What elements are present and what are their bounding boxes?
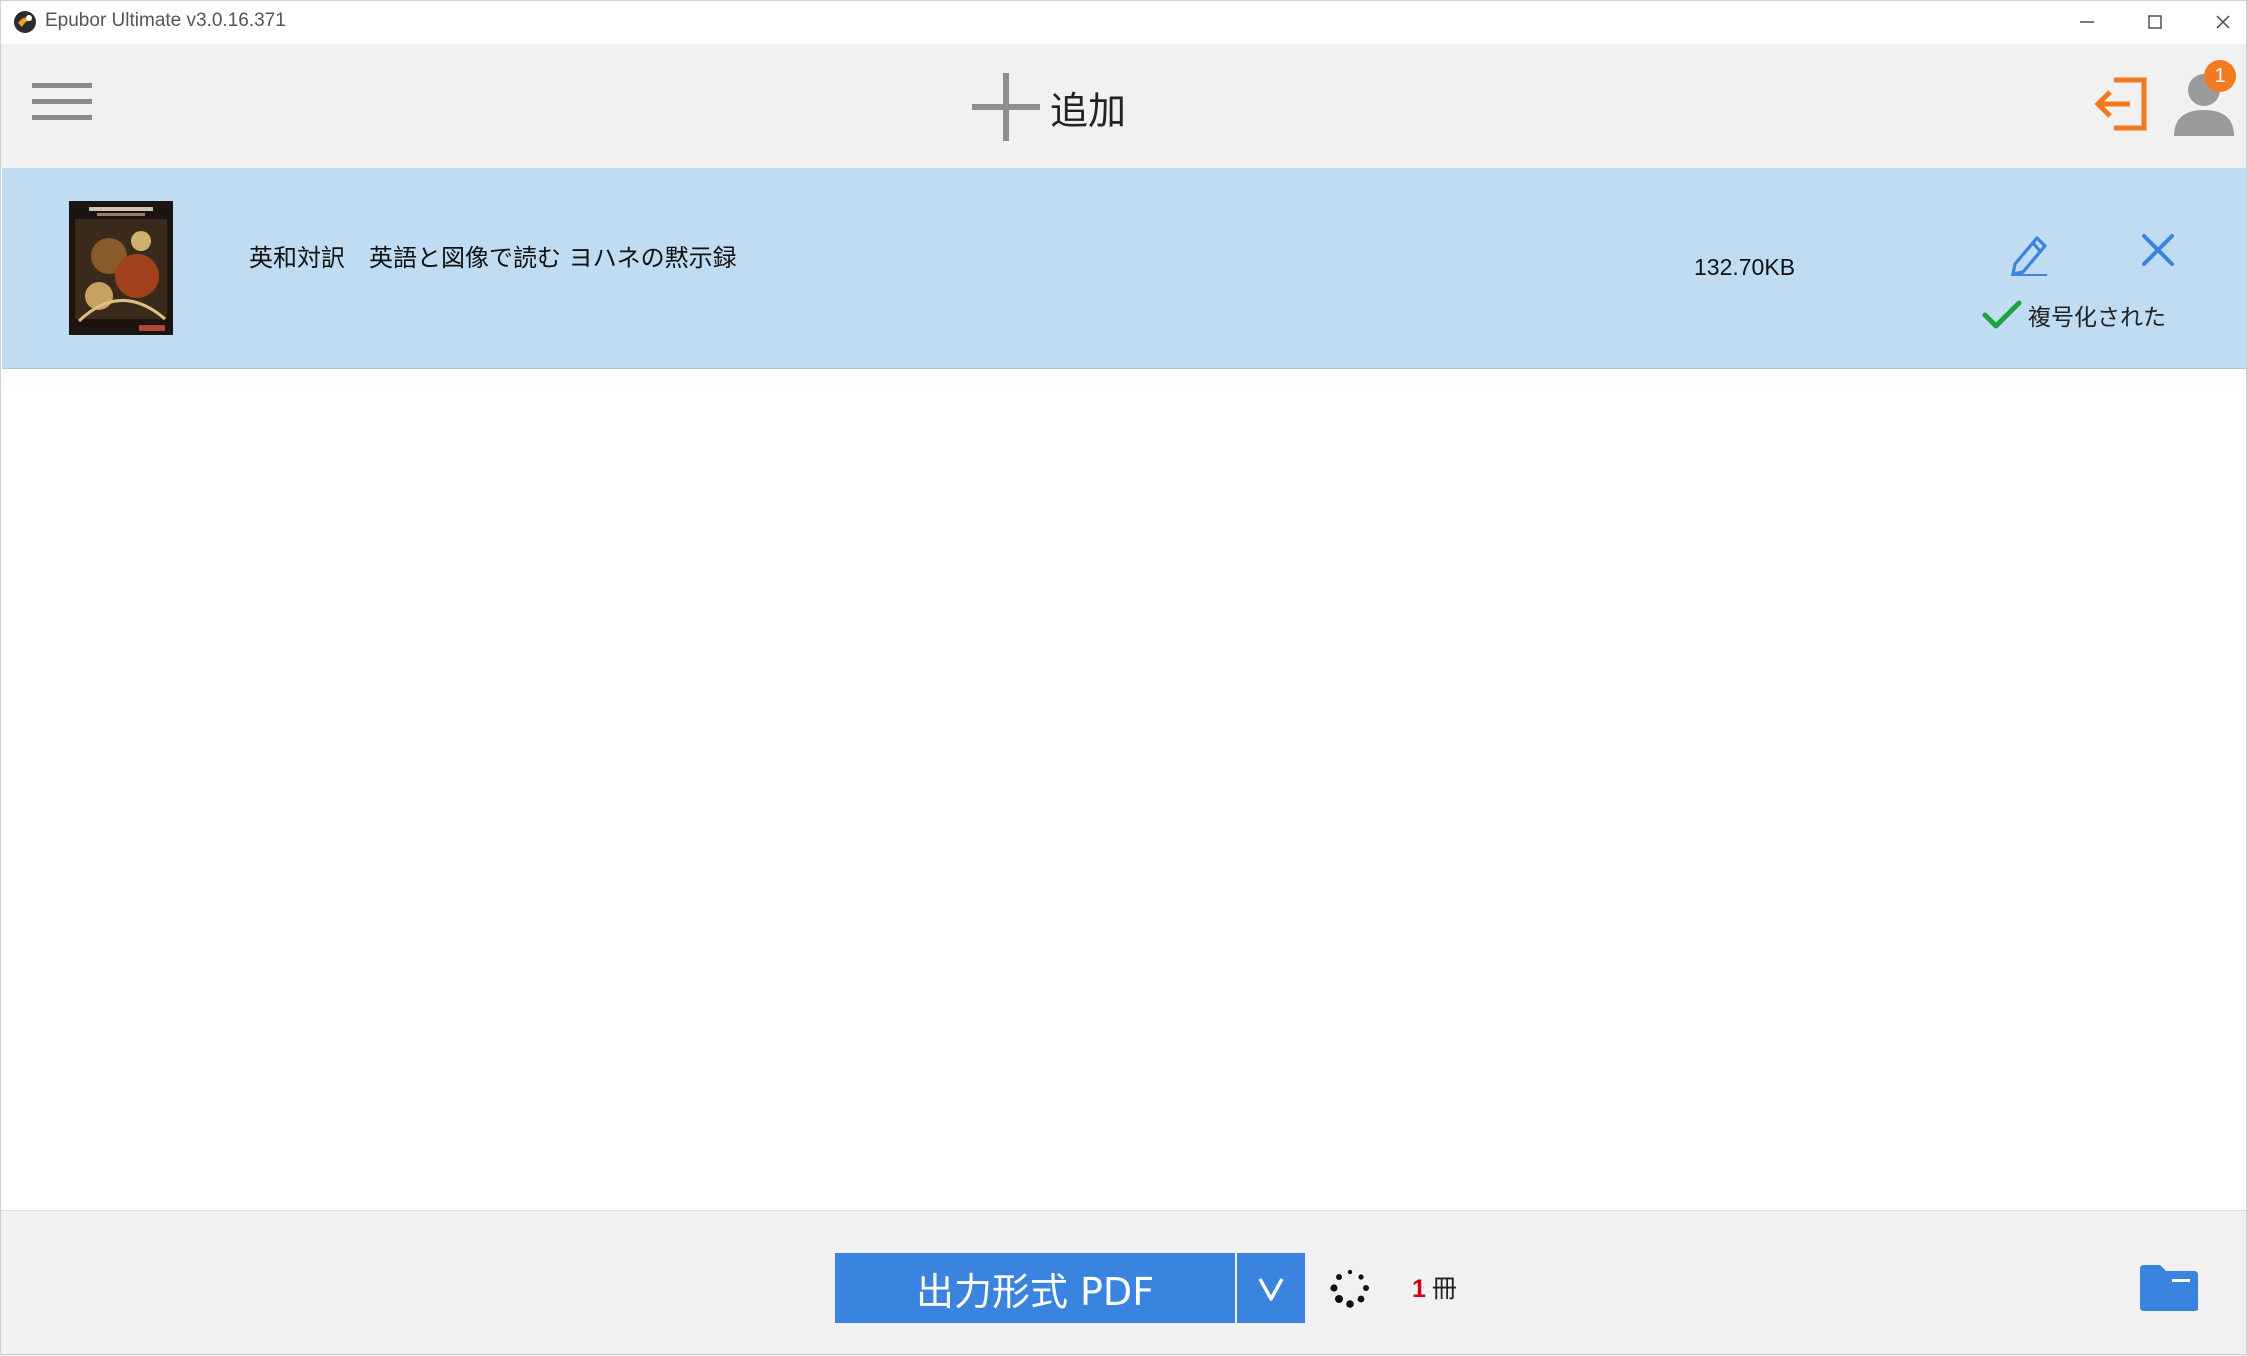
check-icon xyxy=(1982,300,2022,329)
maximize-button[interactable] xyxy=(2121,0,2189,44)
hamburger-menu-icon[interactable] xyxy=(32,77,92,127)
add-button[interactable]: 追加 xyxy=(970,64,1126,150)
maximize-icon xyxy=(2148,15,2162,29)
output-folder-icon[interactable] xyxy=(2138,1263,2200,1313)
bottom-bar: 出力形式 PDF 1 冊 xyxy=(0,1210,2247,1356)
format-dropdown-button[interactable] xyxy=(1237,1253,1305,1323)
minimize-button[interactable] xyxy=(2053,0,2121,44)
book-count: 1 冊 xyxy=(1412,1269,1457,1305)
plus-icon xyxy=(972,73,1040,141)
book-title: 英和対訳 英語と図像で読む ヨハネの黙示録 xyxy=(249,244,737,272)
decrypt-status: 複号化された xyxy=(1982,298,2166,332)
status-text: 複号化された xyxy=(2028,305,2166,331)
title-bar: Epubor Ultimate v3.0.16.371 xyxy=(0,0,2247,44)
window-title: Epubor Ultimate v3.0.16.371 xyxy=(45,10,286,31)
add-label: 追加 xyxy=(1050,88,1127,133)
close-window-button[interactable] xyxy=(2189,0,2247,44)
book-count-unit: 冊 xyxy=(1431,1274,1457,1303)
close-icon xyxy=(2216,15,2230,29)
logout-icon[interactable] xyxy=(2092,74,2152,134)
toolbar: 追加 1 xyxy=(0,44,2247,168)
book-list: 英和対訳 英語と図像で読む ヨハネの黙示録 132.70KB 複号化された xyxy=(0,168,2247,1210)
edit-pencil-icon[interactable] xyxy=(2007,230,2051,276)
convert-to-pdf-button[interactable]: 出力形式 PDF xyxy=(835,1253,1235,1323)
chevron-down-icon xyxy=(1258,1278,1284,1301)
file-size: 132.70KB xyxy=(1694,254,1796,280)
minimize-icon xyxy=(2080,21,2094,23)
book-count-number: 1 xyxy=(1412,1275,1426,1303)
remove-book-icon[interactable] xyxy=(2140,232,2176,268)
notification-badge[interactable]: 1 xyxy=(2204,60,2236,92)
loading-spinner-icon xyxy=(1330,1269,1369,1308)
book-cover xyxy=(69,201,173,335)
app-logo-icon xyxy=(14,11,36,33)
book-row[interactable]: 英和対訳 英語と図像で読む ヨハネの黙示録 132.70KB 複号化された xyxy=(2,168,2247,369)
